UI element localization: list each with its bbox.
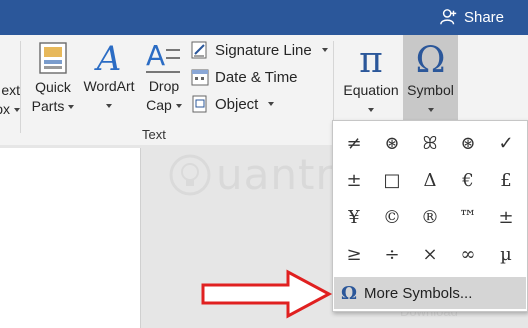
signature-line-icon [191, 41, 207, 59]
drop-cap-label-1: Drop [148, 78, 180, 94]
symbol-button[interactable]: Ω Symbol [403, 41, 458, 119]
wordart-caret [80, 96, 138, 115]
symbol-cell[interactable]: Δ [411, 162, 449, 199]
quick-parts-button[interactable]: Quick Parts [30, 41, 76, 116]
quick-parts-label-2: Parts [30, 97, 76, 116]
symbol-cell[interactable]: ≠ [335, 125, 373, 162]
document-page[interactable] [0, 148, 141, 328]
object-icon [192, 95, 207, 113]
symbol-label: Symbol [407, 82, 454, 98]
symbol-cell[interactable]: ✓ [487, 125, 525, 162]
symbol-cell[interactable]: ≥ [335, 236, 373, 273]
symbol-cell[interactable]: ꕤ [411, 125, 449, 162]
share-person-icon [440, 9, 457, 25]
symbol-cell[interactable]: ± [487, 199, 525, 236]
lightbulb-icon [169, 154, 211, 195]
symbol-cell[interactable]: © [373, 199, 411, 236]
more-symbols-item[interactable]: Ω More Symbols... [334, 277, 526, 309]
symbol-cell[interactable]: ¥ [335, 199, 373, 236]
symbol-cell[interactable]: × [411, 236, 449, 273]
drop-cap-icon: A [142, 41, 186, 77]
quick-parts-label-1: Quick [35, 79, 71, 95]
calendar-icon [191, 69, 209, 86]
symbol-cell[interactable]: ⊛ [449, 125, 487, 162]
title-bar: Share [0, 0, 528, 35]
pi-icon: π [359, 40, 383, 81]
object-label: Object [215, 95, 259, 113]
symbol-cell[interactable]: ÷ [373, 236, 411, 273]
symbol-cell[interactable]: ® [411, 199, 449, 236]
wordart-label: WordArt [83, 78, 135, 94]
red-arrow-annotation [201, 269, 333, 319]
date-time-button[interactable]: Date & Time [191, 65, 298, 89]
symbol-cell[interactable]: µ [487, 236, 525, 273]
text-group-label: Text [142, 127, 166, 142]
share-button[interactable]: Share [440, 6, 504, 28]
wordart-button[interactable]: A WordArt [80, 41, 138, 115]
share-label: Share [463, 8, 504, 26]
drop-cap-letter: A [146, 39, 166, 72]
symbol-cell[interactable]: □ [373, 162, 411, 199]
symbol-cell[interactable]: € [449, 162, 487, 199]
omega-icon: Ω [415, 40, 446, 81]
symbol-cell[interactable]: ™ [449, 199, 487, 236]
omega-icon: Ω [340, 282, 358, 304]
symbol-caret [403, 100, 458, 119]
text-box-label-1: ext [1, 82, 20, 98]
signature-line-button[interactable]: Signature Line [191, 38, 328, 62]
text-box-button[interactable]: ext ox [0, 81, 20, 119]
equation-label: Equation [343, 82, 399, 98]
symbol-cell[interactable]: ⊛ [373, 125, 411, 162]
drop-cap-label-2: Cap [142, 96, 186, 115]
date-time-label: Date & Time [215, 68, 298, 86]
quick-parts-icon [39, 42, 67, 74]
wordart-icon: A [96, 39, 122, 79]
equation-button[interactable]: π Equation [338, 41, 404, 119]
signature-line-label: Signature Line [215, 41, 312, 59]
text-box-label-2: ox [0, 100, 20, 119]
object-button[interactable]: Object [191, 92, 275, 116]
symbol-cell[interactable]: ∞ [449, 236, 487, 273]
symbol-cell[interactable]: £ [487, 162, 525, 199]
equation-caret [338, 100, 404, 119]
symbol-cell[interactable]: ± [335, 162, 373, 199]
symbol-dropdown: ≠ ⊛ ꕤ ⊛ ✓ ± □ Δ € £ ¥ © ® ™ ± ≥ ÷ × ∞ µ Ω More Symbols... [332, 120, 528, 312]
more-symbols-label: More Symbols... [364, 284, 473, 302]
group-divider [20, 41, 21, 133]
drop-cap-button[interactable]: A Drop Cap [142, 41, 186, 115]
